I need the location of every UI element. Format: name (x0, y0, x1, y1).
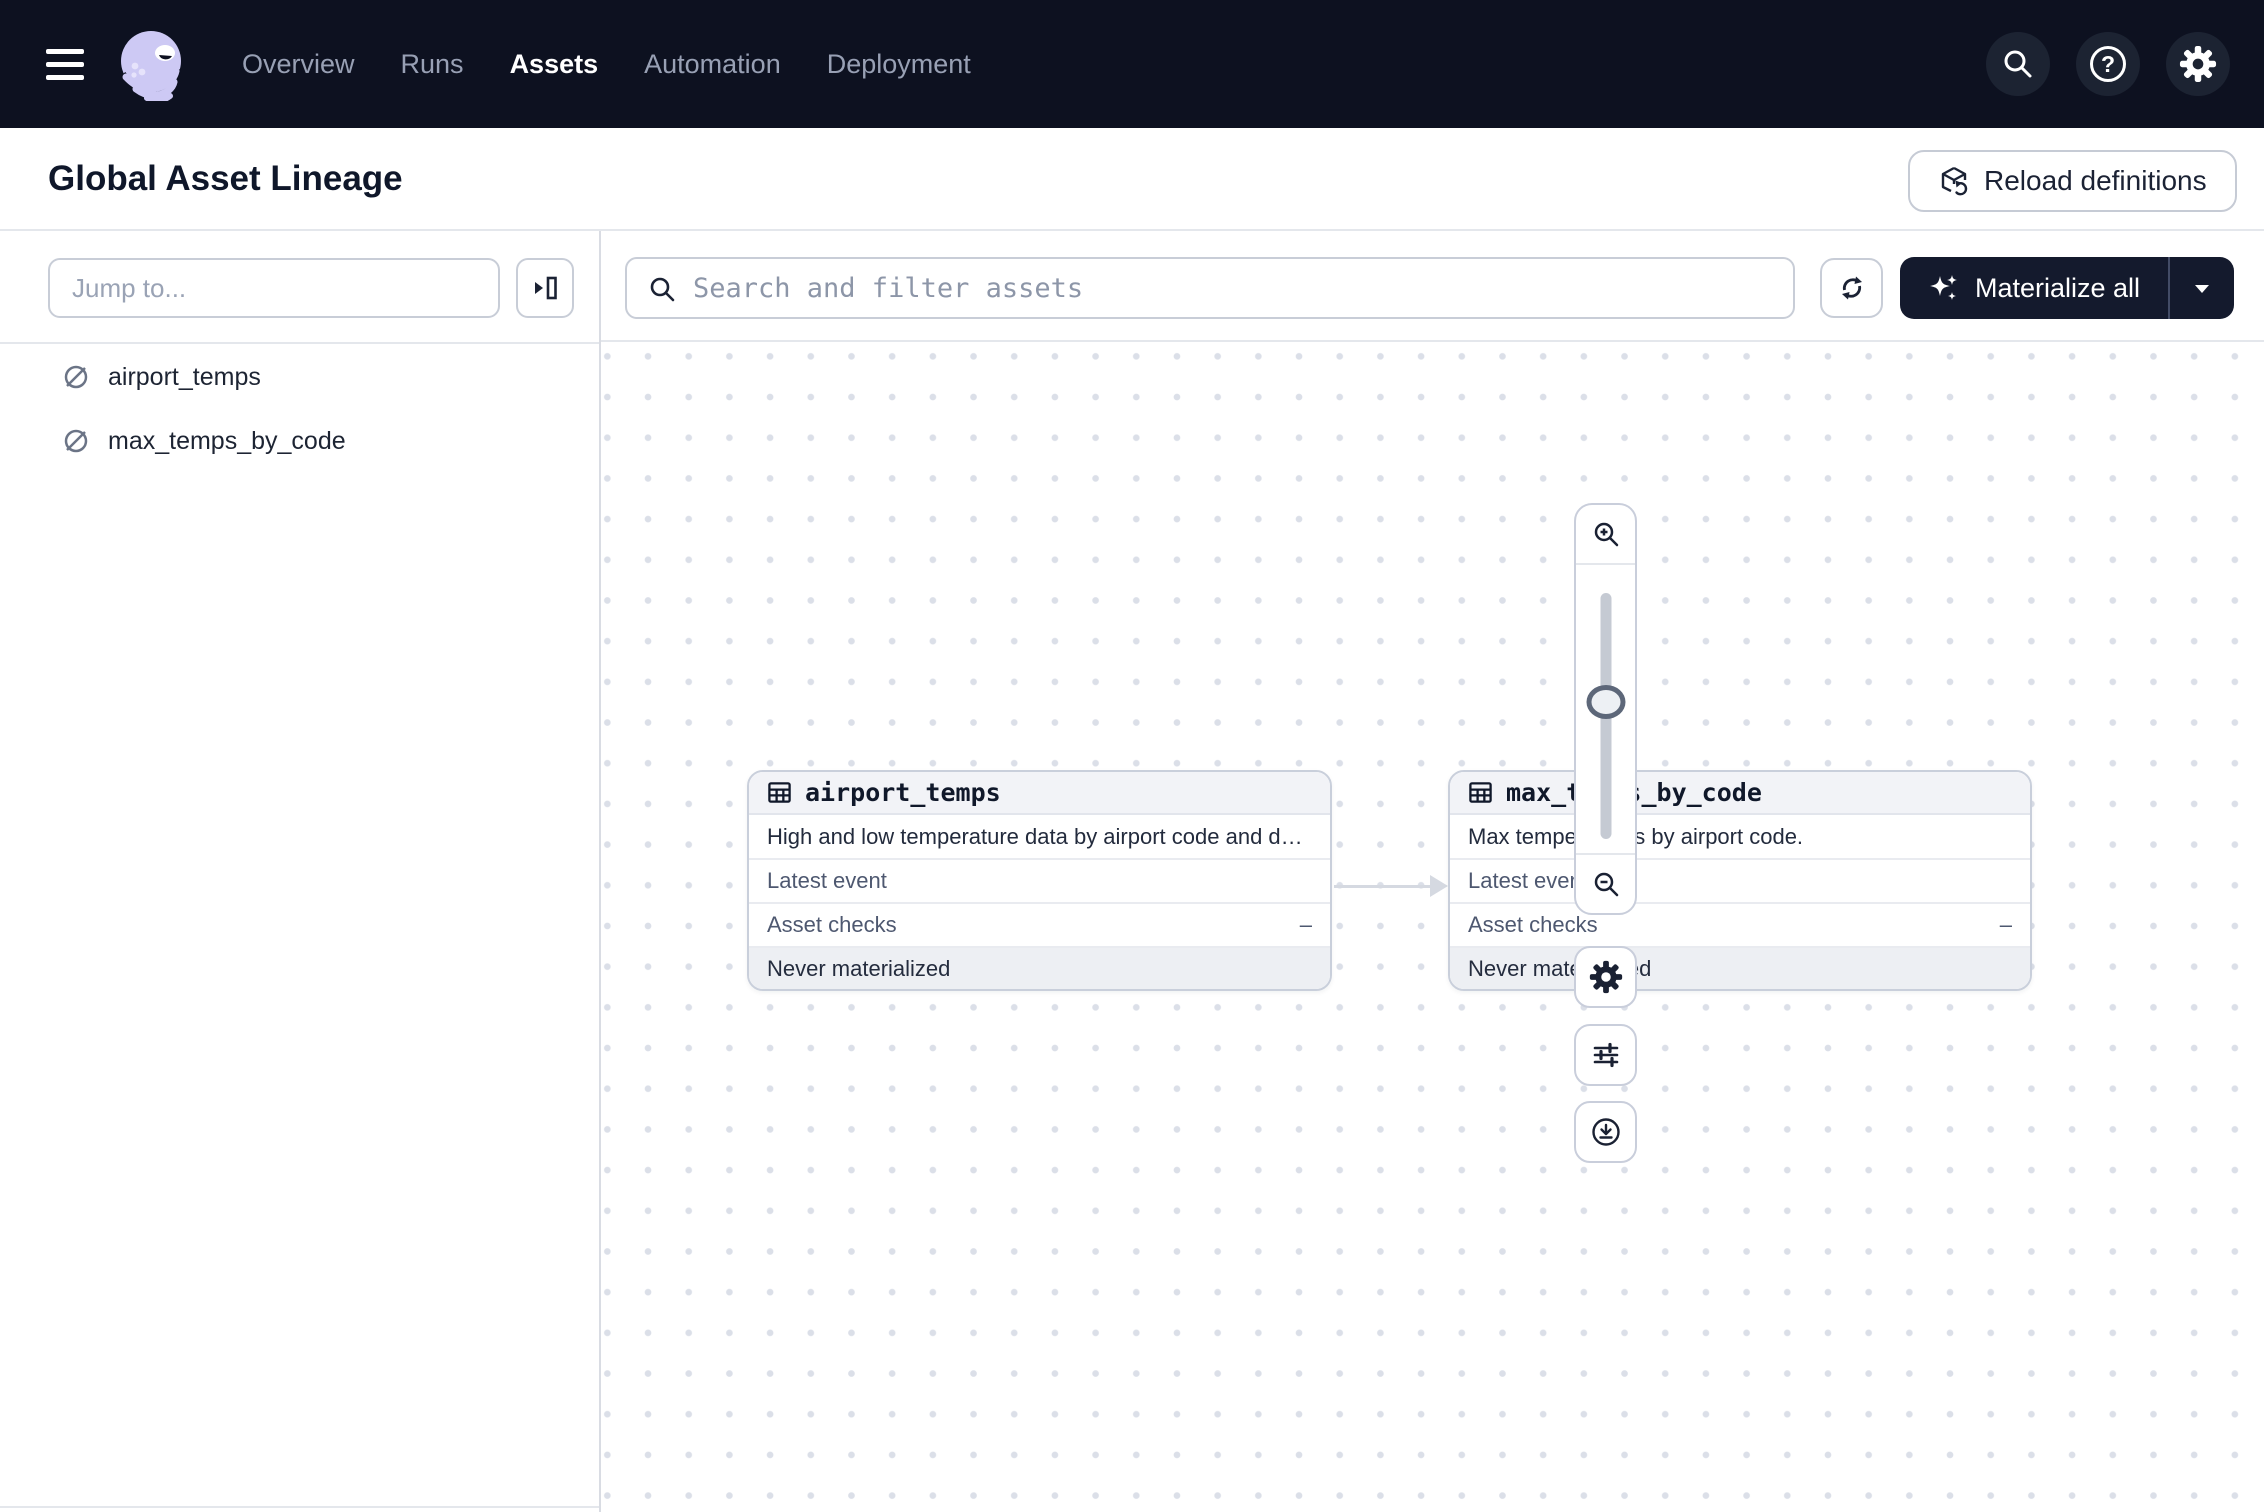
asset-list-item-label: airport_temps (108, 363, 261, 392)
global-asset-lineage-page: Overview Runs Assets Automation Deployme… (0, 0, 2264, 1512)
asset-checks-value: – (2000, 912, 2012, 938)
zoom-slider (1576, 565, 1635, 853)
asset-sidebar: airport_temps max_temps_by_code (0, 231, 601, 1512)
asset-checks-label: Asset checks (1468, 912, 1598, 938)
asset-node-header: max_temps_by_code (1450, 772, 2030, 815)
asset-checks-value: – (1300, 912, 1312, 938)
asset-list-item-max-temps-by-code[interactable]: max_temps_by_code (0, 409, 599, 473)
nav-item-automation[interactable]: Automation (644, 49, 781, 80)
latest-event-label: Latest event (767, 868, 887, 894)
search-icon (647, 274, 677, 304)
nav-item-assets[interactable]: Assets (510, 49, 599, 80)
dagster-octopus-icon (114, 27, 188, 101)
zoom-out-icon (1592, 870, 1620, 898)
nav-item-deployment[interactable]: Deployment (827, 49, 971, 80)
download-icon (1590, 1116, 1622, 1148)
gear-icon (1589, 960, 1623, 994)
sidebar-toolbar-divider (0, 342, 599, 344)
reload-definitions-button[interactable]: Reload definitions (1908, 150, 2237, 212)
asset-list: airport_temps max_temps_by_code (0, 345, 599, 473)
table-icon (767, 780, 792, 805)
search-button[interactable] (1986, 32, 2050, 96)
tune-sliders-icon (1591, 1040, 1621, 1070)
collapse-panel-icon (531, 274, 559, 302)
zoom-in-button[interactable] (1576, 505, 1635, 565)
chevron-down-icon (2193, 282, 2211, 294)
asset-node-latest-event-row: Latest event (749, 860, 1330, 904)
asset-node-status: Never materialized (1450, 948, 2030, 989)
asset-node-description: High and low temperature data by airport… (749, 815, 1330, 860)
collapse-sidebar-button[interactable] (516, 258, 574, 318)
hamburger-menu-button[interactable] (46, 49, 86, 80)
graph-settings-button[interactable] (1574, 946, 1637, 1008)
slash-circle-icon (62, 427, 90, 455)
slash-circle-icon (62, 363, 90, 391)
asset-node-status: Never materialized (749, 948, 1330, 989)
graph-toolbar: Materialize all (601, 231, 2264, 342)
nav-item-runs[interactable]: Runs (401, 49, 464, 80)
gear-icon (2179, 45, 2217, 83)
page-title: Global Asset Lineage (48, 128, 403, 229)
search-filter-assets-input[interactable] (625, 257, 1795, 319)
asset-node-latest-event-row: Latest event (1450, 860, 2030, 904)
zoom-slider-thumb[interactable] (1586, 685, 1625, 719)
asset-node-name: airport_temps (805, 778, 1001, 807)
primary-nav: Overview Runs Assets Automation Deployme… (242, 49, 971, 80)
materialize-all-label: Materialize all (1975, 273, 2140, 304)
lineage-edge-arrowhead (1430, 875, 1448, 897)
asset-node-max-temps-by-code[interactable]: max_temps_by_code Max temperatures by ai… (1448, 770, 2032, 991)
zoom-in-icon (1592, 520, 1620, 548)
jump-to-input[interactable] (48, 258, 500, 318)
latest-event-label: Latest event (1468, 868, 1588, 894)
lineage-edge (1334, 885, 1431, 888)
zoom-out-button[interactable] (1576, 853, 1635, 913)
materialize-dropdown-button[interactable] (2170, 257, 2234, 319)
help-icon: ? (2090, 46, 2126, 82)
asset-checks-label: Asset checks (767, 912, 897, 938)
reload-definitions-label: Reload definitions (1984, 165, 2207, 197)
nav-item-overview[interactable]: Overview (242, 49, 355, 80)
asset-node-description: Max temperatures by airport code. (1450, 815, 2030, 860)
help-button[interactable]: ? (2076, 32, 2140, 96)
topbar-actions: ? (1986, 32, 2230, 96)
refresh-button[interactable] (1820, 258, 1883, 318)
zoom-panel (1574, 503, 1637, 915)
settings-button[interactable] (2166, 32, 2230, 96)
lineage-canvas[interactable]: airport_temps High and low temperature d… (601, 342, 2264, 1512)
dagster-logo[interactable] (114, 27, 188, 101)
materialize-all-button[interactable]: Materialize all (1900, 257, 2168, 319)
reload-definitions-icon (1938, 165, 1970, 197)
asset-node-asset-checks-row: Asset checks – (1450, 904, 2030, 948)
asset-node-header: airport_temps (749, 772, 1330, 815)
refresh-icon (1837, 273, 1867, 303)
sparkles-icon (1928, 272, 1960, 304)
download-image-button[interactable] (1574, 1101, 1637, 1163)
asset-node-airport-temps[interactable]: airport_temps High and low temperature d… (747, 770, 1332, 991)
asset-list-item-label: max_temps_by_code (108, 427, 346, 456)
page-header: Global Asset Lineage Reload definitions (0, 128, 2264, 231)
search-wrap (625, 257, 1795, 319)
table-icon (1468, 780, 1493, 805)
materialize-all-split-button: Materialize all (1900, 257, 2234, 319)
sidebar-bottom-divider (0, 1506, 599, 1508)
graph-filters-button[interactable] (1574, 1024, 1637, 1086)
asset-node-asset-checks-row: Asset checks – (749, 904, 1330, 948)
search-icon (2001, 47, 2035, 81)
top-nav-bar: Overview Runs Assets Automation Deployme… (0, 0, 2264, 128)
asset-list-item-airport-temps[interactable]: airport_temps (0, 345, 599, 409)
